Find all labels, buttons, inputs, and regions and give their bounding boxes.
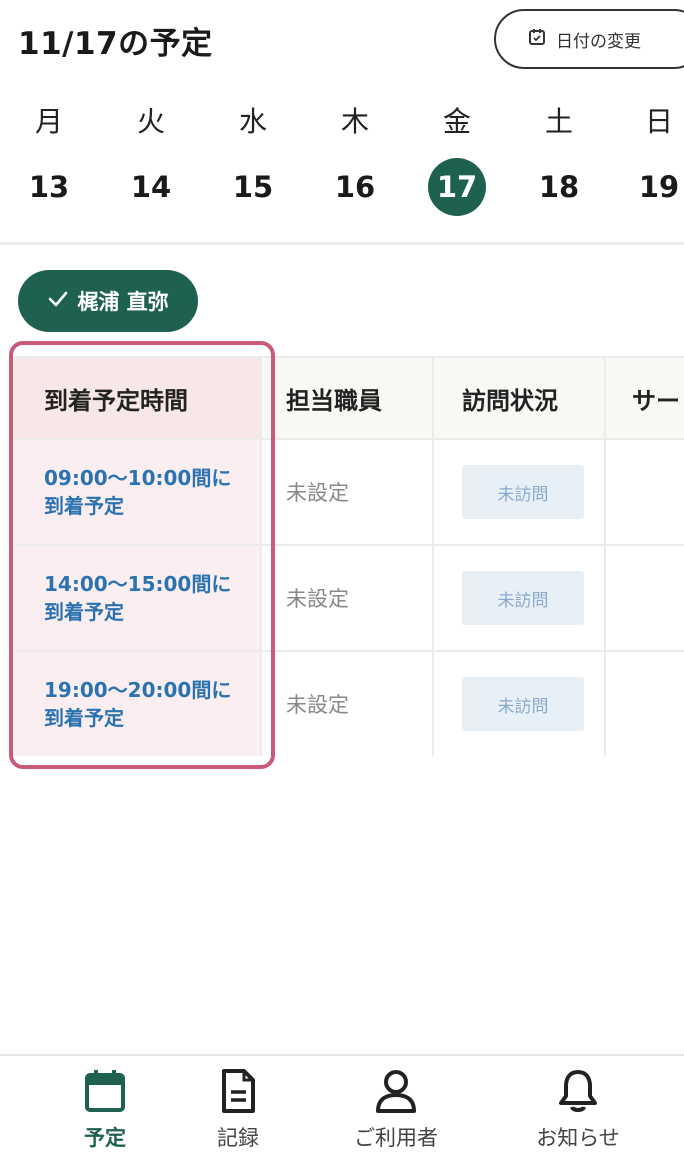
document-icon (168, 1066, 308, 1116)
status-badge: 未訪問 (462, 465, 584, 519)
day-sun[interactable]: 日 19 (614, 100, 684, 216)
status-badge: 未訪問 (462, 571, 584, 625)
day-number: 19 (638, 170, 680, 204)
staff-value: 未設定 (286, 481, 349, 505)
week-strip: 月 13 火 14 水 15 木 16 金 17 土 18 日 19 (0, 100, 684, 230)
nav-label: 記録 (217, 1126, 259, 1150)
staff-value: 未設定 (286, 693, 349, 717)
staff-cell: 未設定 (262, 652, 434, 756)
day-number: 15 (232, 170, 274, 204)
day-name: 金 (442, 105, 471, 138)
status-badge: 未訪問 (462, 677, 584, 731)
service-cell (606, 546, 684, 650)
column-header-staff: 担当職員 (262, 358, 434, 438)
staff-cell: 未設定 (262, 440, 434, 544)
header: 11/17の予定 日付の変更 (0, 0, 684, 80)
day-name: 水 (238, 105, 267, 138)
nav-item-users[interactable]: ご利用者 (326, 1066, 466, 1152)
nav-item-notifications[interactable]: お知らせ (508, 1066, 648, 1152)
status-cell: 未訪問 (434, 652, 606, 756)
day-wed[interactable]: 水 15 (208, 100, 298, 216)
staff-cell: 未設定 (262, 546, 434, 650)
change-date-label: 日付の変更 (556, 31, 641, 52)
nav-label: お知らせ (536, 1126, 620, 1150)
day-name: 木 (340, 105, 369, 138)
staff-value: 未設定 (286, 587, 349, 611)
day-mon[interactable]: 月 13 (4, 100, 94, 216)
nav-item-records[interactable]: 記録 (168, 1066, 308, 1152)
status-cell: 未訪問 (434, 440, 606, 544)
column-header-service: サー (632, 386, 680, 415)
staff-filter-chip[interactable]: 梶浦 直弥 (18, 270, 198, 332)
person-icon (326, 1066, 466, 1116)
staff-filter-label: 梶浦 直弥 (77, 290, 169, 314)
bell-icon (508, 1066, 648, 1116)
column-header-status: 訪問状況 (434, 358, 606, 438)
day-tue[interactable]: 火 14 (106, 100, 196, 216)
day-name: 火 (136, 105, 165, 138)
nav-label: 予定 (84, 1126, 126, 1150)
checkmark-icon (47, 288, 69, 315)
nav-item-schedule[interactable]: 予定 (35, 1066, 175, 1152)
day-name: 月 (34, 105, 63, 138)
day-number: 13 (28, 170, 70, 204)
day-number: 16 (334, 170, 376, 204)
page-title: 11/17の予定 (18, 26, 213, 62)
calendar-check-icon (528, 28, 546, 51)
day-thu[interactable]: 木 16 (310, 100, 400, 216)
service-cell (606, 652, 684, 756)
day-sat[interactable]: 土 18 (514, 100, 604, 216)
day-number-selected: 17 (428, 158, 486, 216)
day-name: 日 (644, 105, 673, 138)
week-divider (0, 242, 684, 245)
status-cell: 未訪問 (434, 546, 606, 650)
service-cell (606, 440, 684, 544)
day-name: 土 (544, 105, 573, 138)
change-date-button[interactable]: 日付の変更 (494, 9, 684, 69)
nav-label: ご利用者 (354, 1126, 438, 1150)
day-number: 18 (538, 170, 580, 204)
arrival-column-highlight (9, 341, 275, 769)
calendar-icon (35, 1066, 175, 1116)
bottom-nav: 予定 記録 ご利用者 お知らせ (0, 1054, 684, 1162)
day-number: 14 (130, 170, 172, 204)
day-fri[interactable]: 金 17 (412, 100, 502, 216)
